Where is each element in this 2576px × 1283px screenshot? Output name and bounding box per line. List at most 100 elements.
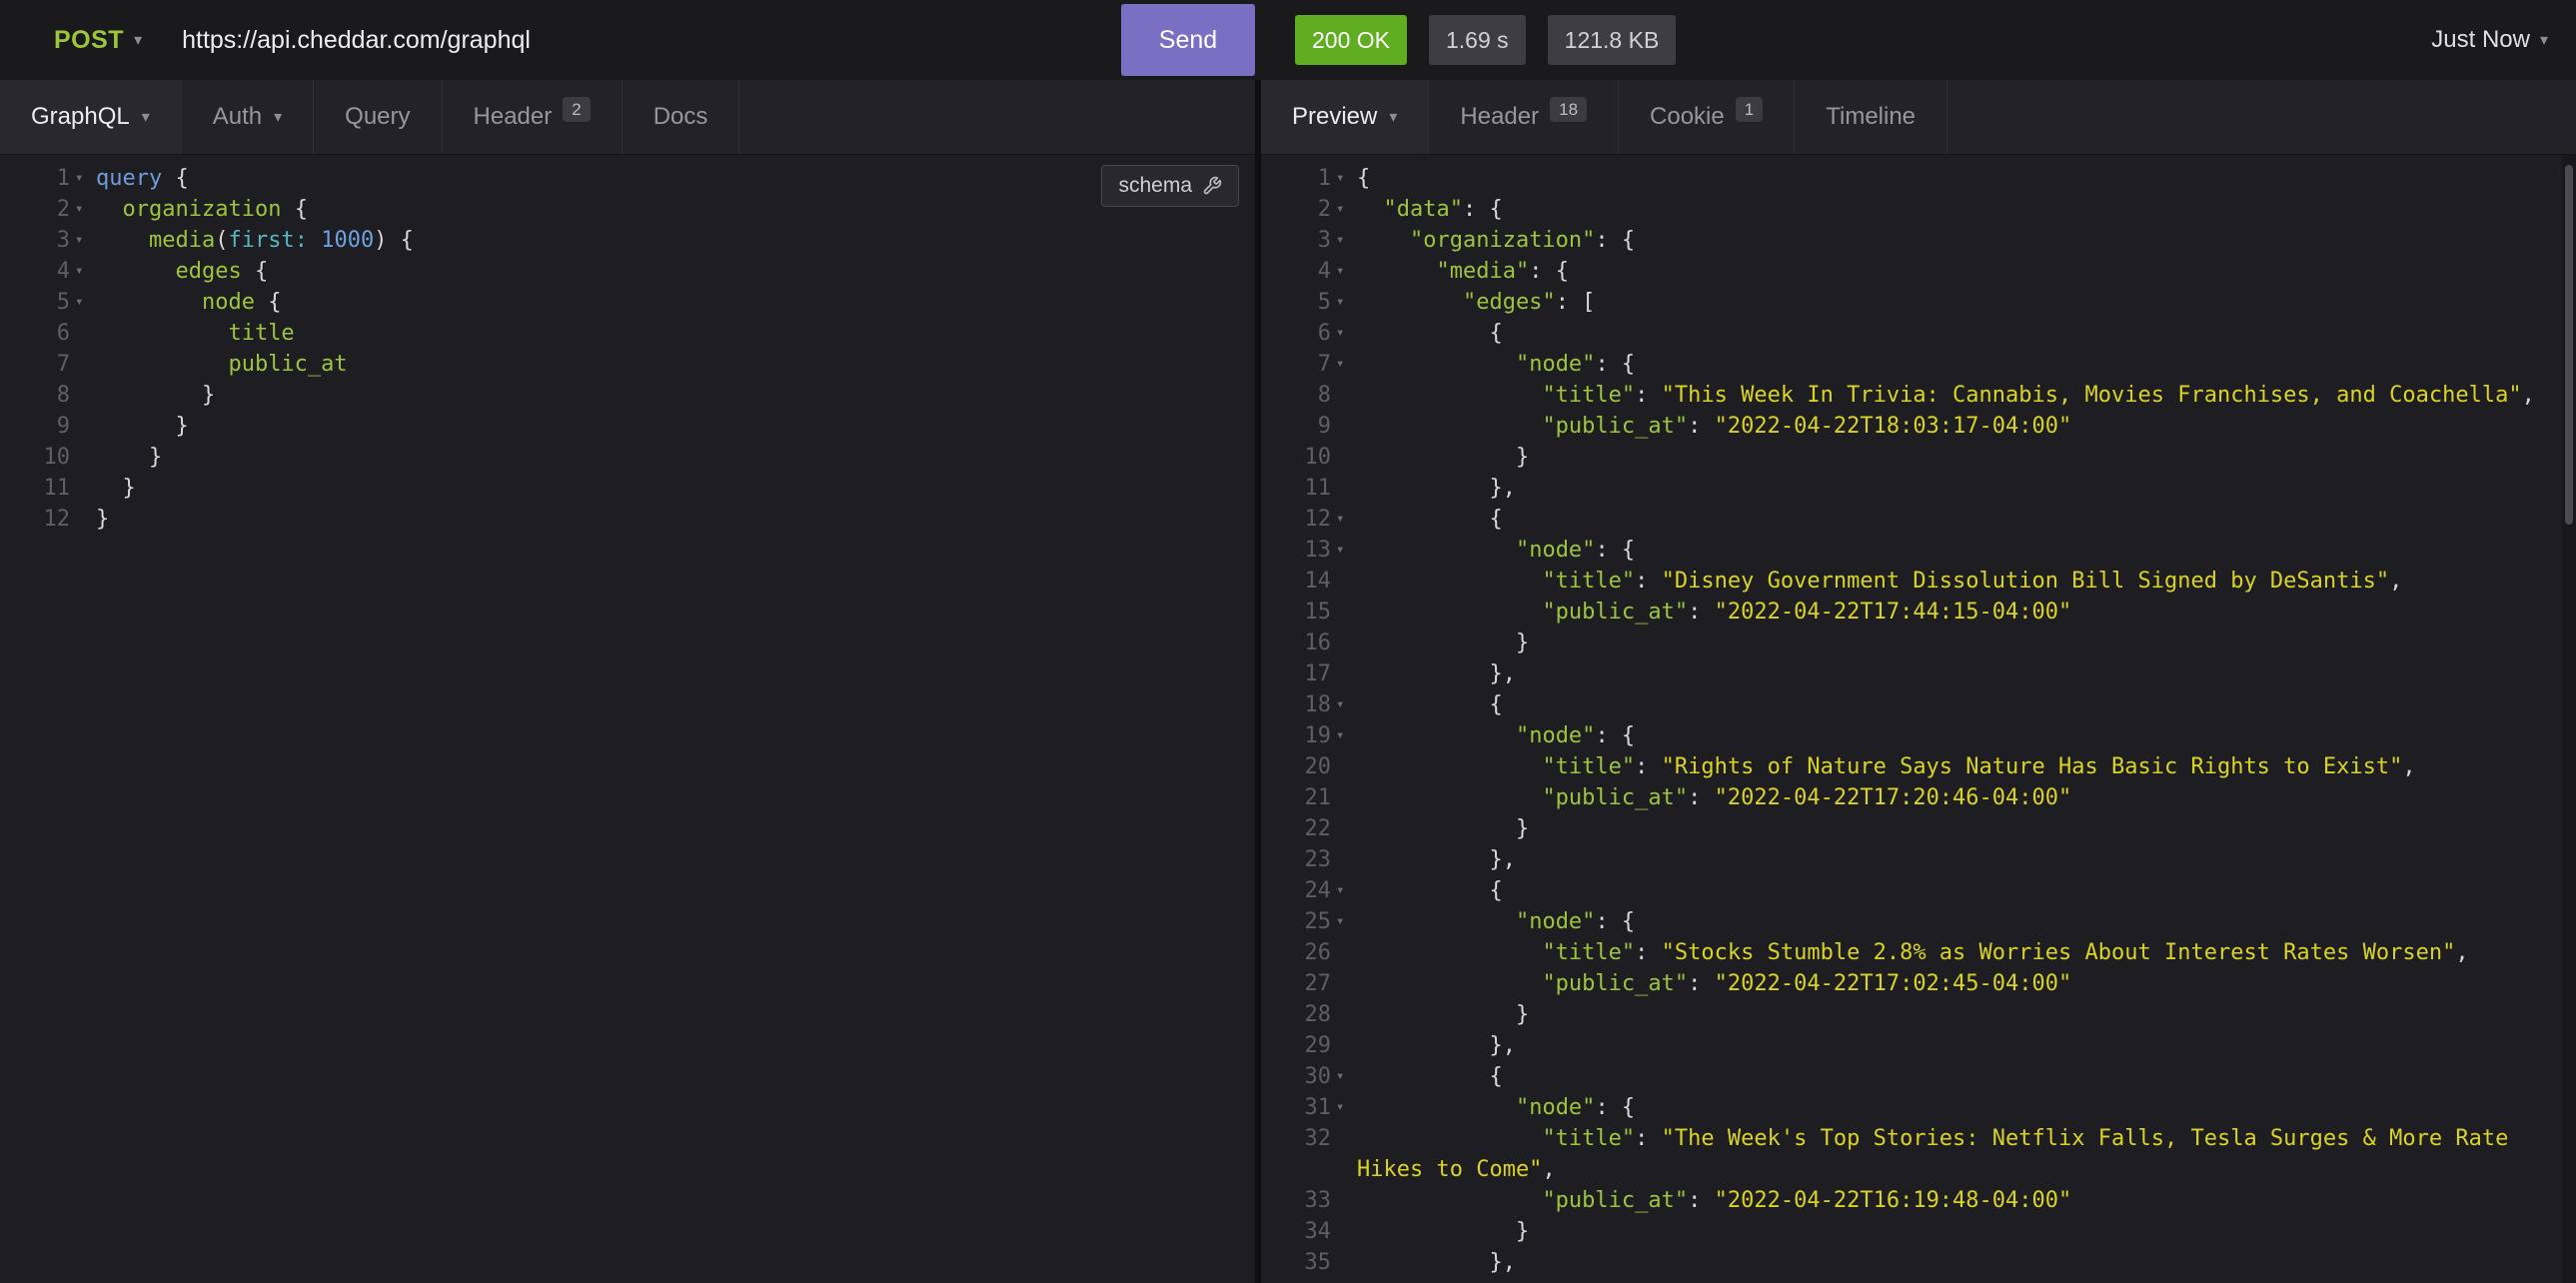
tab-response-header[interactable]: Header 18 [1429,80,1619,154]
fold-caret-icon[interactable]: ▾ [1331,349,1357,380]
fold-caret-icon[interactable]: ▾ [1331,720,1357,751]
schema-button[interactable]: schema [1101,165,1239,207]
fold-caret-icon[interactable]: ▾ [70,194,96,225]
response-viewer[interactable]: 1▾{2▾ "data": {3▾ "organization": {4▾ "m… [1261,155,2576,1283]
code-text: } [96,473,1255,504]
code-line: 20 "title": "Rights of Nature Says Natur… [1261,751,2576,782]
code-line: 2▾ organization { [0,194,1255,225]
fold-spacer [70,473,96,504]
code-text: "edges": [ [1357,287,2576,318]
tab-preview[interactable]: Preview ▾ [1261,80,1429,154]
line-gutter: 20 [1261,751,1357,782]
fold-caret-icon[interactable]: ▾ [1331,194,1357,225]
line-gutter: 8 [1261,380,1357,411]
fold-spacer [1331,1216,1357,1247]
fold-caret-icon[interactable]: ▾ [70,163,96,194]
history-dropdown[interactable]: Just Now ▾ [2431,26,2548,54]
fold-caret-icon[interactable]: ▾ [1331,163,1357,194]
line-number: 10 [44,442,71,473]
line-gutter: 36▾ [1261,1278,1357,1283]
tab-auth[interactable]: Auth ▾ [182,80,314,154]
code-text: }, [1357,1030,2576,1061]
line-number: 5 [1318,287,1331,318]
code-text: "title": "Rights of Nature Says Nature H… [1357,751,2576,782]
scrollbar[interactable] [2562,155,2576,1283]
tab-graphql[interactable]: GraphQL ▾ [0,80,182,154]
line-number: 15 [1305,597,1332,628]
code-text: } [1357,628,2576,658]
fold-caret-icon[interactable]: ▾ [1331,287,1357,318]
code-line: 10 } [0,442,1255,473]
code-line: 3▾ media(first: 1000) { [0,225,1255,256]
line-number: 30 [1305,1061,1332,1092]
line-gutter: 7▾ [1261,349,1357,380]
code-text: "node": { [1357,349,2576,380]
tab-timeline[interactable]: Timeline [1795,80,1947,154]
code-line: 7▾ "node": { [1261,349,2576,380]
api-client-window: POST ▾ https://api.cheddar.com/graphql S… [0,0,2576,1283]
url-bar: POST ▾ https://api.cheddar.com/graphql S… [0,0,1255,80]
line-number: 7 [1318,349,1331,380]
status-badge: 200 OK [1295,15,1407,65]
line-number: 18 [1305,689,1332,720]
chevron-down-icon: ▾ [1389,107,1397,127]
fold-caret-icon[interactable]: ▾ [1331,875,1357,906]
fold-spacer [1331,411,1357,442]
line-gutter: 35 [1261,1247,1357,1278]
code-line: 7 public_at [0,349,1255,380]
line-gutter: 2▾ [1261,194,1357,225]
time-badge: 1.69 s [1429,15,1526,65]
fold-caret-icon[interactable]: ▾ [70,256,96,287]
line-number: 2 [1318,194,1331,225]
fold-caret-icon[interactable]: ▾ [70,225,96,256]
fold-spacer [1331,782,1357,813]
request-topbar: POST ▾ https://api.cheddar.com/graphql S… [0,0,2576,80]
fold-caret-icon[interactable]: ▾ [70,287,96,318]
tab-request-header[interactable]: Header 2 [443,80,623,154]
line-gutter: 11 [0,473,96,504]
fold-caret-icon[interactable]: ▾ [1331,504,1357,535]
tab-query[interactable]: Query [314,80,442,154]
line-number: 1 [1318,163,1331,194]
code-text: node { [96,287,1255,318]
fold-caret-icon[interactable]: ▾ [1331,318,1357,349]
line-gutter: 12 [0,504,96,535]
fold-caret-icon[interactable]: ▾ [1331,535,1357,566]
code-line: 8 } [0,380,1255,411]
line-gutter: 21 [1261,782,1357,813]
line-number: 35 [1305,1247,1332,1278]
graphql-editor[interactable]: 1▾query {2▾ organization {3▾ media(first… [0,155,1255,1283]
tab-docs[interactable]: Docs [623,80,740,154]
fold-spacer [1331,813,1357,844]
line-gutter: 2▾ [0,194,96,225]
code-text: "node": { [1357,720,2576,751]
fold-caret-icon[interactable]: ▾ [1331,1092,1357,1123]
tab-cookie[interactable]: Cookie 1 [1619,80,1795,154]
fold-caret-icon[interactable]: ▾ [1331,225,1357,256]
fold-spacer [70,380,96,411]
line-number: 31 [1305,1092,1332,1123]
tab-label: Header [474,103,553,131]
code-line: 34 } [1261,1216,2576,1247]
code-line: 10 } [1261,442,2576,473]
code-text: "public_at": "2022-04-22T17:20:46-04:00" [1357,782,2576,813]
fold-caret-icon[interactable]: ▾ [1331,1061,1357,1092]
scrollbar-thumb[interactable] [2565,165,2573,525]
code-line: 12} [0,504,1255,535]
fold-caret-icon[interactable]: ▾ [1331,689,1357,720]
line-number: 11 [1305,473,1332,504]
method-label: POST [54,26,124,55]
fold-caret-icon[interactable]: ▾ [1331,1278,1357,1283]
line-gutter: 30▾ [1261,1061,1357,1092]
url-input[interactable]: https://api.cheddar.com/graphql [182,26,1121,55]
line-gutter: 31▾ [1261,1092,1357,1123]
code-line: 8 "title": "This Week In Trivia: Cannabi… [1261,380,2576,411]
send-button[interactable]: Send [1121,4,1255,76]
line-number: 21 [1305,782,1332,813]
method-dropdown[interactable]: POST ▾ [54,26,142,55]
fold-caret-icon[interactable]: ▾ [1331,256,1357,287]
code-text: } [1357,813,2576,844]
fold-caret-icon[interactable]: ▾ [1331,906,1357,937]
line-number: 20 [1305,751,1332,782]
code-line: 15 "public_at": "2022-04-22T17:44:15-04:… [1261,597,2576,628]
